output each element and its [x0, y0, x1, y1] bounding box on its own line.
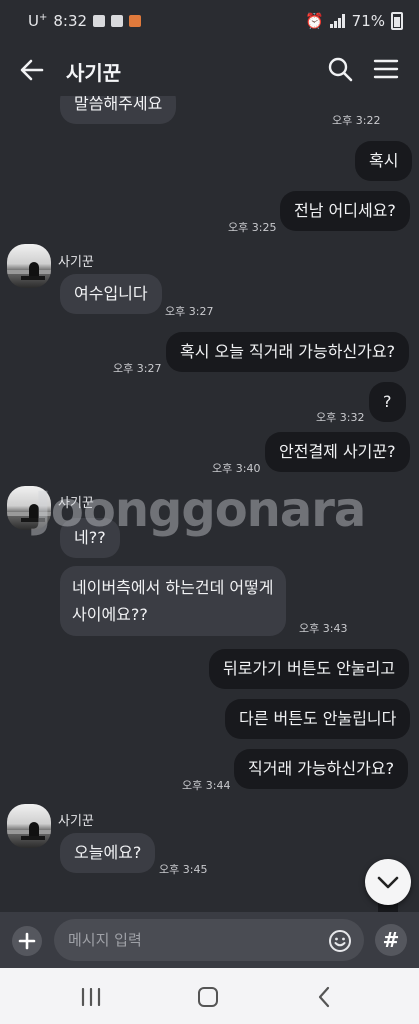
message-bubble-incoming[interactable]: 말씀해주세요 [60, 96, 177, 124]
plus-icon [18, 932, 36, 950]
message-time: 오후 3:45 [159, 863, 208, 876]
message-time: 오후 3:32 [316, 411, 365, 424]
home-button[interactable] [198, 987, 218, 1007]
hamburger-menu-icon [373, 59, 399, 79]
message-time: 오후 3:40 [212, 462, 261, 475]
message-bubble-outgoing[interactable]: 뒤로가기 버튼도 안눌리고 [209, 649, 410, 689]
search-icon [328, 57, 353, 82]
recent-apps-icon [81, 987, 101, 1007]
message-time: 오후 3:27 [113, 362, 162, 375]
message-input[interactable] [54, 919, 364, 961]
calendar-notification-icon [129, 15, 142, 27]
arrow-left-icon [20, 59, 44, 81]
chat-title: 사기꾼 [66, 61, 122, 85]
scroll-to-bottom-button[interactable] [365, 859, 411, 905]
message-bubble-incoming[interactable]: 여수입니다 [60, 274, 162, 314]
message-time: 오후 3:25 [228, 221, 277, 234]
message-bubble-outgoing[interactable]: 다른 버튼도 안눌립니다 [225, 699, 411, 739]
naver-notification-icon [111, 15, 124, 27]
message-bubble-outgoing[interactable]: 혹시 [355, 141, 413, 181]
chevron-left-icon [318, 986, 330, 1008]
menu-button[interactable] [372, 55, 400, 83]
message-bubble-outgoing[interactable]: 혹시 오늘 직거래 가능하신가요? [166, 332, 410, 372]
hashtag-button[interactable]: # [375, 924, 407, 956]
search-button[interactable] [326, 55, 354, 83]
message-composer: # [0, 912, 419, 968]
system-nav-bar [0, 968, 419, 1024]
attach-button[interactable] [12, 926, 42, 956]
message-time: 오후 3:22 [332, 114, 381, 127]
avatar[interactable] [7, 804, 51, 848]
message-bubble-outgoing[interactable]: ? [369, 382, 406, 422]
message-bubble-incoming[interactable]: 오늘에요? [60, 833, 156, 873]
emoji-icon [329, 930, 351, 952]
status-time: 8:32 [53, 12, 88, 30]
message-time: 오후 3:27 [165, 305, 214, 318]
carrier-label: U+ [28, 12, 48, 30]
recent-apps-button[interactable] [80, 987, 102, 1007]
sender-name: 사기꾼 [58, 496, 94, 511]
alarm-icon: ⏰ [304, 12, 324, 30]
battery-icon [391, 12, 403, 30]
back-button[interactable] [16, 54, 48, 86]
battery-percent: 71% [351, 12, 385, 30]
message-bubble-outgoing[interactable]: 전남 어디세요? [280, 191, 410, 231]
sender-name: 사기꾼 [58, 814, 94, 829]
status-bar: U+ 8:32 ⏰ 71% [0, 0, 419, 44]
system-back-button[interactable] [316, 986, 332, 1008]
message-time: 오후 3:44 [182, 779, 231, 792]
message-line: 네이버측에서 하는건데 어떻게 [72, 578, 274, 597]
chevron-down-icon [377, 876, 399, 889]
avatar[interactable] [7, 244, 51, 288]
message-time: 오후 3:43 [299, 622, 348, 635]
message-bubble-incoming[interactable]: 네이버측에서 하는건데 어떻게 사이에요?? [60, 566, 286, 636]
message-bubble-outgoing[interactable]: 안전결제 사기꾼? [265, 432, 410, 472]
avatar[interactable] [7, 486, 51, 530]
sender-name: 사기꾼 [58, 255, 94, 270]
chat-messages[interactable]: 말씀해주세요 오후 3:22 혹시 전남 어디세요? 오후 3:25 사기꾼 여… [0, 96, 419, 912]
chat-header: 사기꾼 [0, 44, 419, 96]
message-line: 사이에요?? [72, 605, 148, 624]
signal-icon [329, 14, 346, 28]
message-bubble-outgoing[interactable]: 직거래 가능하신가요? [234, 749, 409, 789]
emoji-button[interactable] [328, 929, 352, 953]
gallery-notification-icon [93, 15, 106, 27]
message-bubble-incoming[interactable]: 네?? [60, 518, 120, 558]
